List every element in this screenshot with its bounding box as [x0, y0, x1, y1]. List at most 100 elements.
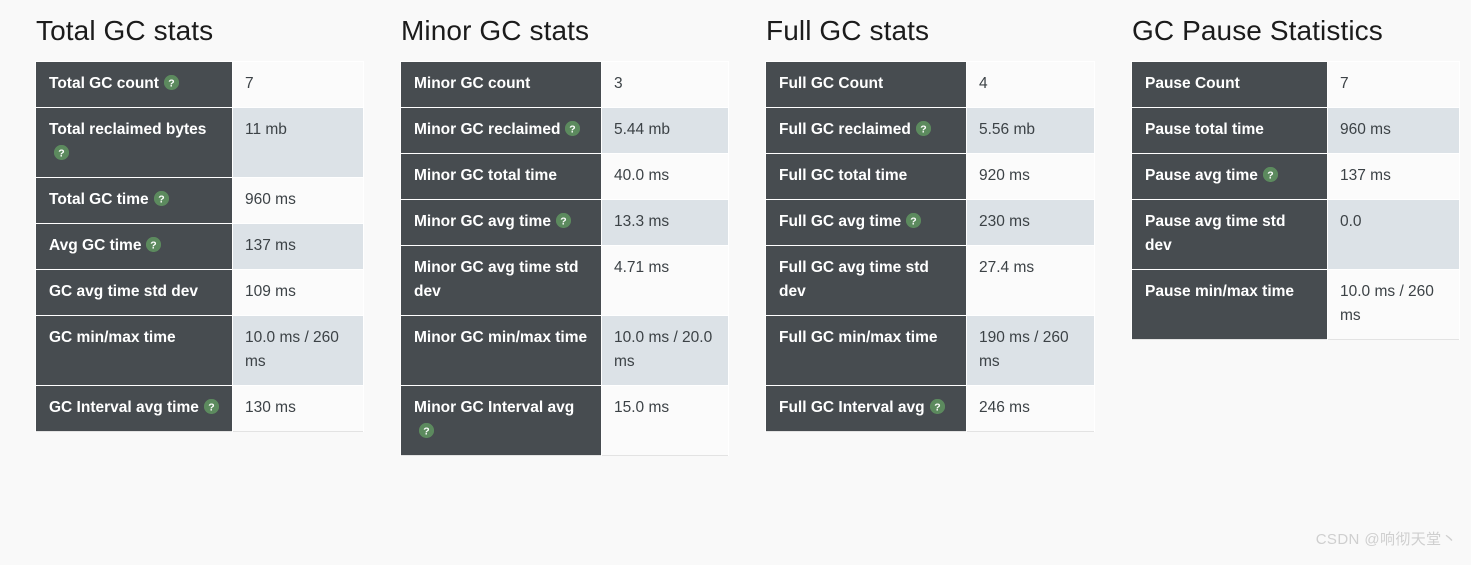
stat-value-cell: 4: [966, 61, 1095, 108]
help-circle-icon[interactable]: ?: [203, 399, 219, 414]
stat-value-cell: 27.4 ms: [966, 245, 1095, 316]
stat-label: Minor GC avg time: [414, 213, 551, 230]
table-row: Minor GC min/max time 10.0 ms / 20.0 ms: [400, 315, 729, 386]
stat-label: Full GC Count: [779, 75, 884, 92]
stat-value-cell: 960 ms: [232, 177, 364, 224]
svg-text:?: ?: [911, 215, 917, 227]
help-circle-icon[interactable]: ?: [419, 423, 434, 438]
stat-value-cell: 5.44 mb: [601, 107, 729, 154]
stat-label-cell: Total GC time?: [35, 177, 233, 224]
help-circle-icon[interactable]: ?: [565, 121, 581, 136]
table-row: GC min/max time 10.0 ms / 260 ms: [35, 315, 364, 386]
stat-label-cell: Pause Count: [1131, 61, 1328, 108]
svg-text:?: ?: [423, 425, 429, 437]
stat-label-cell: Pause total time: [1131, 107, 1328, 154]
help-circle-icon[interactable]: ?: [555, 213, 571, 228]
stat-label: Pause Count: [1145, 75, 1240, 92]
table-row: Pause total time 960 ms: [1131, 107, 1460, 154]
stat-label: Total reclaimed bytes: [49, 121, 207, 138]
stat-value-cell: 10.0 ms / 260 ms: [1327, 269, 1460, 340]
table-row: Total GC time? 960 ms: [35, 177, 364, 224]
stat-label: Total GC time: [49, 191, 149, 208]
help-circle-icon[interactable]: ?: [929, 399, 945, 414]
stat-label-cell: Full GC reclaimed?: [765, 107, 967, 154]
stat-label-cell: Total reclaimed bytes?: [35, 107, 233, 178]
stat-label: GC avg time std dev: [49, 283, 199, 300]
stat-label-cell: Avg GC time?: [35, 223, 233, 270]
stat-label-cell: Pause min/max time: [1131, 269, 1328, 340]
stat-value-cell: 11 mb: [232, 107, 364, 178]
panel-title: Full GC stats: [766, 15, 930, 46]
table-row: Full GC min/max time 190 ms / 260 ms: [765, 315, 1095, 386]
stats-panel: Minor GC stats Minor GC count 3 Minor GC re…: [400, 14, 729, 456]
stats-panel: GC Pause Statistics Pause Count 7 Pause tot…: [1131, 14, 1460, 340]
table-row: Pause avg time? 137 ms: [1131, 153, 1460, 200]
help-circle-icon[interactable]: ?: [906, 213, 922, 228]
table-row: Minor GC total time 40.0 ms: [400, 153, 729, 200]
help-circle-icon[interactable]: ?: [1262, 167, 1278, 182]
table-row: Full GC Interval avg? 246 ms: [765, 385, 1095, 432]
stat-label-cell: Full GC avg time?: [765, 199, 967, 246]
stat-label-cell: Total GC count?: [35, 61, 233, 108]
stat-label-cell: Pause avg time?: [1131, 153, 1328, 200]
table-row: Pause Count 7: [1131, 61, 1460, 108]
stats-panel: Total GC stats Total GC count? 7 Total recl…: [35, 14, 364, 432]
table-row: Minor GC avg time? 13.3 ms: [400, 199, 729, 246]
svg-text:?: ?: [58, 147, 64, 159]
stat-value-cell: 13.3 ms: [601, 199, 729, 246]
stat-value-cell: 40.0 ms: [601, 153, 729, 200]
svg-text:?: ?: [208, 401, 214, 413]
table-row: Pause avg time std dev 0.0: [1131, 199, 1460, 270]
stat-label: Minor GC Interval avg: [414, 399, 575, 416]
stat-label: GC Interval avg time: [49, 399, 199, 416]
stat-value-cell: 4.71 ms: [601, 245, 729, 316]
stat-label: Full GC total time: [779, 167, 908, 184]
stats-panel: Full GC stats Full GC Count 4 Full GC recla…: [765, 14, 1095, 432]
stat-label: Minor GC avg time std dev: [414, 259, 579, 300]
table-row: Full GC avg time? 230 ms: [765, 199, 1095, 246]
stat-label: Full GC Interval avg: [779, 399, 925, 416]
table-row: GC avg time std dev 109 ms: [35, 269, 364, 316]
stat-label: Full GC avg time std dev: [779, 259, 929, 300]
stat-label-cell: Full GC Count: [765, 61, 967, 108]
svg-text:?: ?: [920, 123, 926, 135]
stat-label-cell: Minor GC avg time std dev: [400, 245, 602, 316]
svg-text:?: ?: [934, 401, 940, 413]
help-circle-icon[interactable]: ?: [163, 75, 179, 90]
stat-label: Minor GC count: [414, 75, 531, 92]
svg-text:?: ?: [151, 239, 157, 251]
table-row: Minor GC Interval avg? 15.0 ms: [400, 385, 729, 456]
stat-value-cell: 130 ms: [232, 385, 364, 432]
table-row: Minor GC count 3: [400, 61, 729, 108]
help-circle-icon[interactable]: ?: [915, 121, 931, 136]
table-row: Total reclaimed bytes? 11 mb: [35, 107, 364, 178]
table-row: GC Interval avg time? 130 ms: [35, 385, 364, 432]
svg-text:?: ?: [570, 123, 576, 135]
stat-label-cell: GC min/max time: [35, 315, 233, 386]
help-circle-icon[interactable]: ?: [54, 145, 69, 160]
help-circle-icon[interactable]: ?: [153, 191, 169, 206]
stat-value-cell: 10.0 ms / 20.0 ms: [601, 315, 729, 386]
table-row: Pause min/max time 10.0 ms / 260 ms: [1131, 269, 1460, 340]
table-row: Full GC Count 4: [765, 61, 1095, 108]
stat-value-cell: 920 ms: [966, 153, 1095, 200]
table-row: Full GC reclaimed? 5.56 mb: [765, 107, 1095, 154]
stat-value-cell: 15.0 ms: [601, 385, 729, 456]
svg-text:?: ?: [1267, 169, 1273, 181]
help-circle-icon[interactable]: ?: [146, 237, 162, 252]
stat-label: Pause min/max time: [1145, 283, 1295, 300]
stats-table: Pause Count 7 Pause total time 960 ms Pause …: [1131, 61, 1460, 340]
stat-label: Full GC min/max time: [779, 329, 938, 346]
table-row: Total GC count? 7: [35, 61, 364, 108]
stat-label-cell: Minor GC Interval avg?: [400, 385, 602, 456]
stat-value-cell: 246 ms: [966, 385, 1095, 432]
stat-label: Avg GC time: [49, 237, 142, 254]
stat-label-cell: GC Interval avg time?: [35, 385, 233, 432]
stat-label: Full GC reclaimed: [779, 121, 911, 138]
stats-table: Total GC count? 7 Total reclaimed bytes? 11…: [35, 61, 364, 432]
stat-label-cell: Minor GC min/max time: [400, 315, 602, 386]
stat-label-cell: Full GC min/max time: [765, 315, 967, 386]
table-row: Full GC avg time std dev 27.4 ms: [765, 245, 1095, 316]
stat-value-cell: 960 ms: [1327, 107, 1460, 154]
stat-label: Full GC avg time: [779, 213, 902, 230]
